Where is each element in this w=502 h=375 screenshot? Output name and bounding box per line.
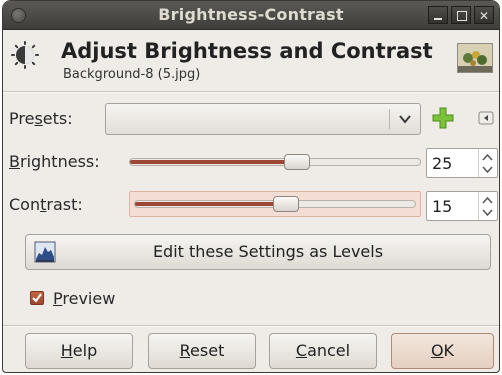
plus-icon[interactable] <box>432 107 454 129</box>
dialog-header: Adjust Brightness and Contrast Backgroun… <box>3 31 499 87</box>
ok-button[interactable]: OK <box>391 333 494 369</box>
contrast-spinbutton[interactable]: 15 <box>426 191 498 221</box>
dialog-window: Brightness-Contrast ✕ Adjust Brightness … <box>2 0 500 373</box>
reset-button[interactable]: Reset <box>148 333 256 369</box>
brightness-label: Brightness: <box>9 152 100 171</box>
brightness-spinbutton[interactable]: 25 <box>426 148 498 178</box>
brightness-contrast-icon <box>11 41 39 69</box>
brightness-slider-handle[interactable] <box>284 154 310 170</box>
contrast-slider-fill <box>135 202 285 206</box>
footer-separator <box>3 325 499 327</box>
title-bar[interactable]: Brightness-Contrast ✕ <box>3 1 499 30</box>
contrast-spin-arrows[interactable] <box>478 192 497 220</box>
chevron-down-icon <box>399 115 411 124</box>
edit-as-levels-button[interactable]: Edit these Settings as Levels <box>25 234 491 270</box>
brightness-slider[interactable] <box>129 158 421 166</box>
maximize-button[interactable] <box>451 6 471 24</box>
preview-checkbox[interactable] <box>30 291 44 305</box>
menu-arrow-icon[interactable] <box>478 111 494 125</box>
spin-down-icon[interactable] <box>482 166 493 174</box>
contrast-label: Contrast: <box>9 195 83 214</box>
brightness-slider-fill <box>130 160 300 164</box>
presets-dropdown[interactable] <box>105 103 421 135</box>
minimize-button[interactable] <box>428 6 448 24</box>
cancel-button[interactable]: Cancel <box>269 333 377 369</box>
presets-label: Presets: <box>9 109 73 128</box>
dropdown-divider <box>389 109 390 129</box>
contrast-slider-handle[interactable] <box>273 196 299 212</box>
spin-down-icon[interactable] <box>482 209 493 217</box>
edit-as-levels-label: Edit these Settings as Levels <box>152 242 384 261</box>
brightness-spin-arrows[interactable] <box>478 149 497 177</box>
header-separator <box>3 91 499 93</box>
close-button[interactable]: ✕ <box>474 6 494 24</box>
brightness-value: 25 <box>432 154 453 173</box>
spin-up-icon[interactable] <box>482 196 493 204</box>
preview-label[interactable]: Preview <box>53 289 115 308</box>
help-button[interactable]: Help <box>25 333 133 369</box>
dialog-heading: Adjust Brightness and Contrast <box>61 39 433 63</box>
image-name: Background-8 (5.jpg) <box>63 67 201 82</box>
contrast-value: 15 <box>432 197 453 216</box>
window-title: Brightness-Contrast <box>158 5 344 24</box>
spin-up-icon[interactable] <box>482 153 493 161</box>
checkmark-icon <box>32 293 42 303</box>
image-thumbnail <box>457 43 493 73</box>
